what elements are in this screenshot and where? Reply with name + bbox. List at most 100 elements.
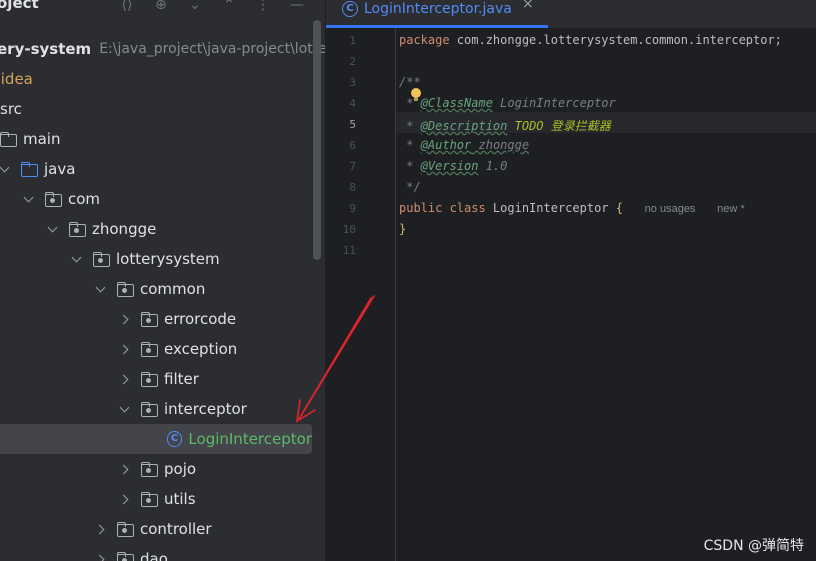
code-line-4: * @ClassName LoginInterceptor xyxy=(399,96,616,110)
expand-all-icon[interactable]: ⌄ xyxy=(186,0,204,14)
code-line-5: * @Description TODO 登录拦截器 xyxy=(399,117,611,134)
tree-item-label: utils xyxy=(164,490,196,508)
tree-item-label: zhongge xyxy=(92,220,157,238)
tree-item-controller[interactable]: controller xyxy=(96,514,325,544)
tree-item-errorcode[interactable]: errorcode xyxy=(120,304,325,334)
comment-text: /** xyxy=(399,75,421,89)
line-number: 2 xyxy=(349,55,356,68)
code-line-3: /** xyxy=(399,75,421,89)
tree-item-utils[interactable]: utils xyxy=(120,484,325,514)
chevron-right-icon[interactable] xyxy=(120,374,130,384)
code-line-1: package com.zhongge.lotterysystem.common… xyxy=(399,33,782,47)
usages-hint[interactable]: no usages xyxy=(645,203,696,215)
tree-item-com[interactable]: com xyxy=(24,184,325,214)
hide-panel-icon[interactable]: — xyxy=(288,0,306,14)
chevron-right-icon[interactable] xyxy=(120,314,130,324)
tree-item-label: common xyxy=(140,280,206,298)
tree-item-label: java xyxy=(44,160,76,178)
tab-title: LoginInterceptor.java xyxy=(364,1,512,17)
tree-item-label: pojo xyxy=(164,460,197,478)
chevron-right-icon[interactable] xyxy=(120,494,130,504)
keyword: public class xyxy=(399,201,486,215)
package-icon xyxy=(141,462,158,477)
package-icon xyxy=(141,372,158,387)
tree-item-label: ery-system xyxy=(0,40,92,58)
javadoc-tag: @Author xyxy=(420,138,472,152)
comment-text: 1.0 xyxy=(478,159,508,173)
locate-file-icon[interactable]: ⊕ xyxy=(152,0,170,14)
comment-text: * xyxy=(399,159,421,173)
tree-item-exception[interactable]: exception xyxy=(120,334,325,364)
tree-item-label: com xyxy=(68,190,101,208)
tree-item-label: interceptor xyxy=(164,400,247,418)
code-line-10: } xyxy=(399,222,406,236)
panel-scrollbar[interactable] xyxy=(313,20,321,260)
line-number: 5 xyxy=(349,118,356,131)
package-icon xyxy=(141,342,158,357)
tree-item-label: controller xyxy=(140,520,212,538)
chevron-down-icon[interactable] xyxy=(96,284,106,294)
line-number: 1 xyxy=(349,34,356,47)
package-icon xyxy=(45,192,62,207)
tree-item-label: main xyxy=(23,130,61,148)
tree-item-java[interactable]: java xyxy=(0,154,325,184)
comment-text: 登录拦截器 xyxy=(550,119,611,133)
comment-text: LoginInterceptor xyxy=(492,96,616,110)
tree-item-module[interactable]: ery-system E:\java_project\java-project\… xyxy=(0,34,325,64)
chevron-right-icon[interactable] xyxy=(96,524,106,534)
tree-item-common[interactable]: common xyxy=(96,274,325,304)
chevron-right-icon[interactable] xyxy=(96,554,106,561)
folder-icon xyxy=(0,132,17,147)
tree-item-interceptor[interactable]: interceptor xyxy=(120,394,325,424)
brace: } xyxy=(399,222,407,236)
chevron-down-icon[interactable] xyxy=(48,224,58,234)
code-line-6: * @Author zhongge xyxy=(399,138,529,152)
editor-tab-bar: C LoginInterceptor.java × xyxy=(326,0,816,28)
class-name: LoginInterceptor xyxy=(485,201,616,215)
tree-item-label: dao xyxy=(140,550,168,561)
chevron-down-icon[interactable] xyxy=(120,404,130,414)
chevron-right-icon[interactable] xyxy=(120,344,130,354)
code-editor[interactable]: C LoginInterceptor.java × 1 2 3 4 5 6 7 … xyxy=(326,0,816,561)
collapse-all-icon[interactable]: ⌃ xyxy=(220,0,238,14)
package-icon xyxy=(141,492,158,507)
tree-item-filter[interactable]: filter xyxy=(120,364,325,394)
package-name: com.zhongge.lotterysystem.common.interce… xyxy=(449,33,782,47)
comment-text: */ xyxy=(399,180,421,194)
todo-marker: TODO xyxy=(507,119,551,133)
chevron-down-icon[interactable] xyxy=(24,194,34,204)
tree-item-label: exception xyxy=(164,340,238,358)
new-hint[interactable]: new * xyxy=(717,203,745,215)
chevron-right-icon[interactable] xyxy=(120,464,130,474)
project-panel-title: oject xyxy=(0,0,39,12)
tree-item-src[interactable]: src xyxy=(0,94,325,124)
project-panel-header: oject ⟨⟩ ⊕ ⌄ ⌃ ⋮ — xyxy=(0,0,325,20)
tree-item-lotterysystem[interactable]: lotterysystem xyxy=(72,244,325,274)
chevron-down-icon[interactable] xyxy=(0,164,10,174)
class-icon: C xyxy=(166,431,183,447)
tree-item-label: lotterysystem xyxy=(116,250,220,268)
package-icon xyxy=(117,282,134,297)
javadoc-tag: @Description xyxy=(420,119,508,133)
close-icon[interactable]: × xyxy=(522,0,534,12)
lightbulb-icon[interactable] xyxy=(410,88,422,102)
tree-item-zhongge[interactable]: zhongge xyxy=(48,214,325,244)
tree-item-main[interactable]: main xyxy=(0,124,325,154)
expand-collapse-icon[interactable]: ⟨⟩ xyxy=(118,0,136,14)
line-number: 6 xyxy=(349,139,356,152)
tree-item-label: filter xyxy=(164,370,199,388)
tree-item-dao[interactable]: dao xyxy=(96,544,325,561)
package-icon xyxy=(117,522,134,537)
tree-item-logininterceptor[interactable]: C LoginInterceptor xyxy=(0,424,312,454)
tab-logininterceptor[interactable]: C LoginInterceptor.java × xyxy=(326,0,548,28)
tree-item-pojo[interactable]: pojo xyxy=(120,454,325,484)
line-number: 11 xyxy=(342,244,356,257)
package-icon xyxy=(141,402,158,417)
tree-item-idea[interactable]: .idea xyxy=(0,64,321,94)
package-icon xyxy=(141,312,158,327)
javadoc-tag: @Version xyxy=(420,159,479,173)
watermark: CSDN @弹简特 xyxy=(703,538,804,554)
options-menu-icon[interactable]: ⋮ xyxy=(254,0,272,14)
chevron-down-icon[interactable] xyxy=(72,254,82,264)
class-icon: C xyxy=(342,1,358,17)
